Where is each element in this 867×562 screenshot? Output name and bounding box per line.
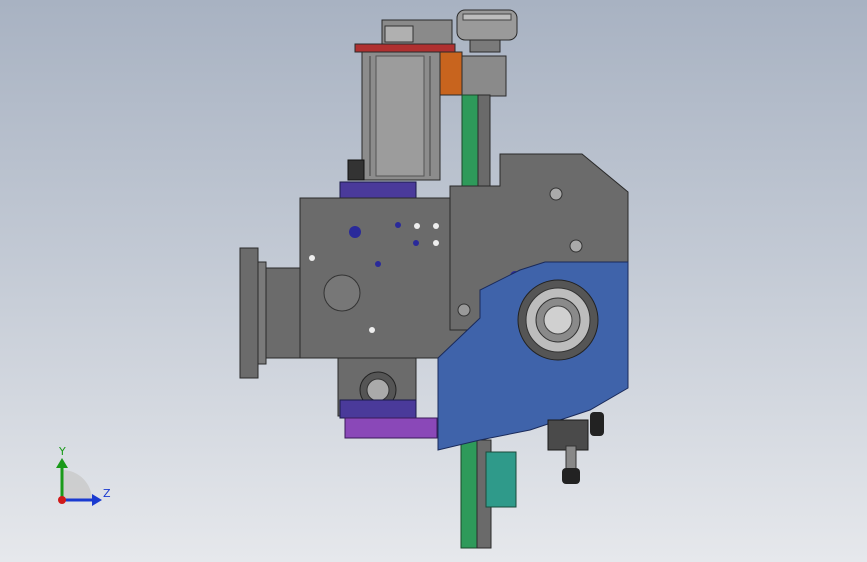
graphics-viewport[interactable]: Y Z bbox=[0, 0, 867, 562]
triad-y-label: Y bbox=[58, 445, 66, 458]
axis-triad: Y Z bbox=[56, 445, 111, 506]
triad-z-label: Z bbox=[103, 487, 111, 500]
